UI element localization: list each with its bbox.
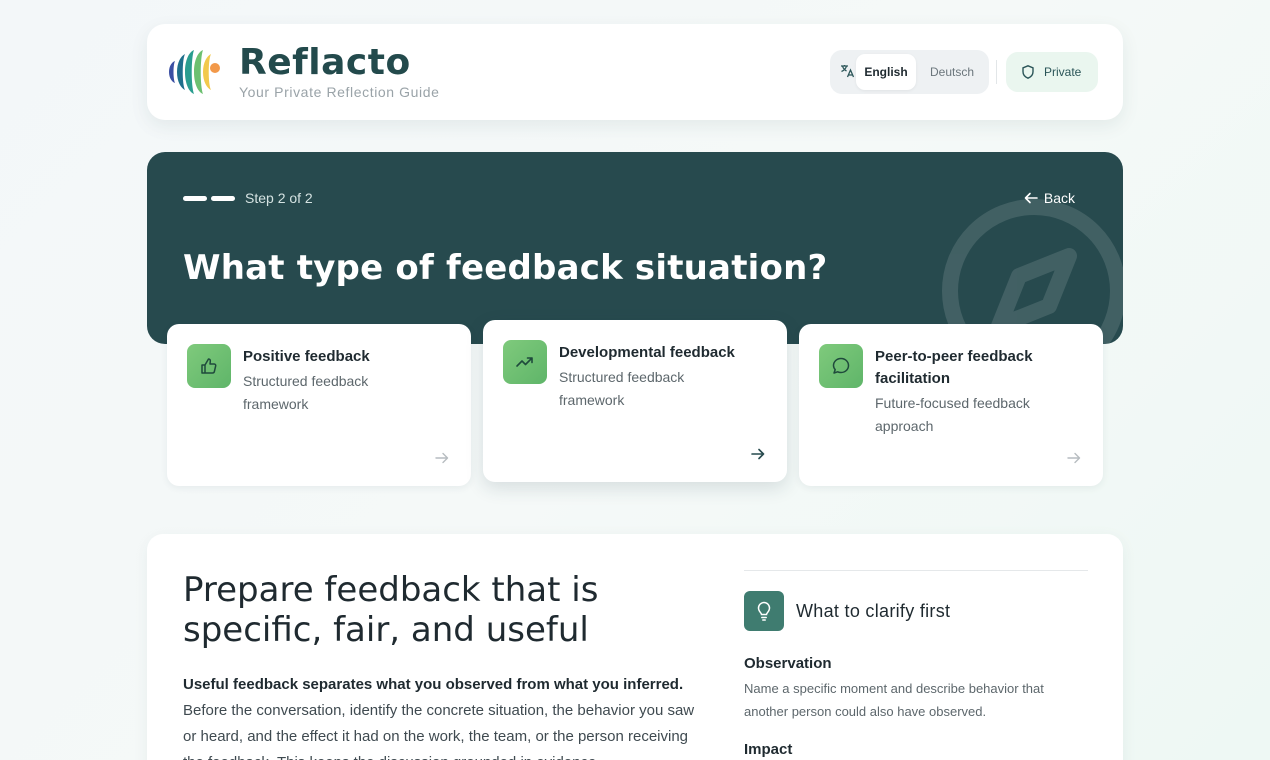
thumbs-up-icon (201, 358, 217, 374)
arrow-right-icon (435, 452, 449, 464)
option-icon-box (819, 344, 863, 388)
lightbulb-icon-box (744, 591, 784, 631)
option-card-peer-to-peer[interactable]: Peer-to-peer feedback facilitation Futur… (799, 324, 1103, 486)
clarify-item-description: Name a specific moment and describe beha… (744, 681, 1044, 719)
option-card-developmental[interactable]: Developmental feedback Structured feedba… (483, 320, 787, 482)
clarify-title: What to clarify first (796, 601, 951, 621)
reflacto-logo-icon (169, 50, 220, 94)
private-label: Private (1044, 65, 1082, 79)
prepare-lead-text: Before the conversation, identify the co… (183, 702, 695, 760)
language-option-deutsch[interactable]: Deutsch (920, 54, 984, 90)
progress-segment (211, 196, 235, 201)
arrow-right-icon (1067, 452, 1081, 464)
prepare-lead-bold: Useful feedback separates what you obser… (183, 676, 684, 693)
language-switcher: English Deutsch (830, 50, 989, 94)
arrow-right-icon (751, 448, 765, 460)
lightbulb-icon (757, 601, 771, 621)
prepare-feedback-panel: Prepare feedback that is specific, fair,… (147, 534, 1123, 760)
option-icon-box (503, 340, 547, 384)
brand-tagline: Your Private Reflection Guide (239, 84, 440, 100)
prepare-lead: Useful feedback separates what you obser… (183, 672, 703, 760)
clarify-item-title: Observation (744, 655, 832, 672)
step-label: Step 2 of 2 (245, 190, 313, 206)
wizard-hero: Step 2 of 2 Back What type of feedback s… (147, 152, 1123, 344)
chat-bubble-icon (832, 357, 850, 374)
option-card-positive[interactable]: Positive feedback Structured feedback fr… (167, 324, 471, 486)
option-description: Future-focused feedback approach (875, 395, 1030, 434)
option-title: Positive feedback (243, 348, 370, 365)
option-title: Developmental feedback (559, 344, 735, 361)
progress-segment (183, 196, 207, 201)
brand-name: Reflacto (239, 42, 411, 83)
trending-up-icon (516, 357, 533, 367)
hero-title: What type of feedback situation? (183, 248, 828, 288)
clarify-panel: What to clarify first Observation Name a… (744, 570, 1088, 758)
private-badge[interactable]: Private (1006, 52, 1098, 92)
option-icon-box (187, 344, 231, 388)
option-description: Structured feedback framework (243, 373, 369, 412)
option-description: Structured feedback framework (559, 369, 685, 408)
compass-icon (942, 199, 1123, 344)
clarify-item-title: Impact (744, 741, 793, 758)
translate-icon (841, 65, 855, 78)
language-option-english[interactable]: English (856, 54, 916, 90)
app-header: Reflacto Your Private Reflection Guide E… (147, 24, 1123, 120)
shield-icon (1022, 65, 1034, 79)
option-title: Peer-to-peer feedback facilitation (875, 348, 1033, 387)
header-divider (996, 60, 997, 84)
prepare-title: Prepare feedback that is specific, fair,… (183, 570, 599, 650)
